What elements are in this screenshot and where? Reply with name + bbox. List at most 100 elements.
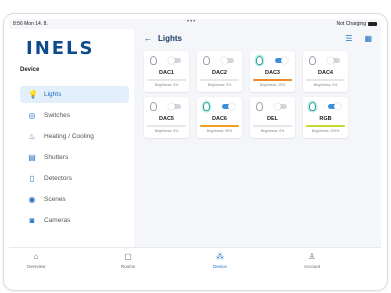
- page-title: Lights: [158, 34, 182, 43]
- light-card[interactable]: DAC2 Brightness: 0%: [197, 51, 242, 92]
- bulb-icon: [256, 56, 263, 65]
- bulb-icon: [256, 102, 263, 111]
- brightness-bar: [306, 79, 345, 81]
- brightness-label: Brightness: 25%: [259, 83, 286, 87]
- status-right: Not Charging: [337, 21, 377, 27]
- switch-icon: ◎: [28, 111, 36, 120]
- app-screen: 8:56 Mon 14. 8. ••• Not Charging INELS D…: [9, 19, 381, 278]
- brightness-bar: [253, 125, 292, 127]
- toggle-knob: [281, 57, 288, 64]
- inels-logo: INELS: [26, 38, 95, 59]
- tab-label: Device: [213, 264, 227, 269]
- light-card[interactable]: DAC6 Brightness: 50%: [197, 97, 242, 138]
- tab-overview[interactable]: ⌂ Overview: [9, 252, 66, 269]
- tab-rooms[interactable]: ▢ Rooms: [98, 252, 158, 269]
- bulb-icon: [309, 102, 316, 111]
- light-card[interactable]: DEL Brightness: 0%: [250, 97, 295, 138]
- bulb-icon: [203, 56, 210, 65]
- power-toggle[interactable]: [274, 103, 287, 110]
- sidebar-item-label: Detectors: [44, 175, 72, 182]
- light-name: DAC5: [159, 116, 174, 122]
- page-header: ← Lights: [144, 34, 182, 43]
- power-toggle[interactable]: [168, 57, 181, 64]
- toggle-knob: [221, 57, 228, 64]
- status-time: 8:56 Mon 14. 8.: [13, 21, 48, 27]
- toggle-knob: [274, 103, 281, 110]
- brightness-fill: [200, 125, 239, 127]
- light-name: DAC6: [212, 116, 227, 122]
- sidebar-item-shutters[interactable]: ▤ Shutters: [20, 149, 129, 166]
- toggle-knob: [168, 57, 175, 64]
- light-name: DAC1: [159, 70, 174, 76]
- bulb-icon: 💡: [28, 90, 38, 99]
- light-card[interactable]: DAC5 Brightness: 0%: [144, 97, 189, 138]
- brightness-bar: [253, 79, 292, 81]
- brightness-label: Brightness: 0%: [154, 129, 179, 133]
- light-name: DAC3: [265, 70, 280, 76]
- sidebar-item-switches[interactable]: ◎ Switches: [20, 107, 129, 124]
- power-toggle[interactable]: [168, 103, 181, 110]
- brightness-bar: [147, 125, 186, 127]
- toggle-knob: [334, 103, 341, 110]
- brightness-label: Brightness: 100%: [311, 129, 340, 133]
- brightness-label: Brightness: 0%: [260, 129, 285, 133]
- light-name: DEL: [267, 116, 278, 122]
- brightness-bar: [306, 125, 345, 127]
- bulb-icon: [309, 56, 316, 65]
- device-icon: ⁂: [216, 252, 224, 261]
- sidebar-item-label: Scenes: [44, 196, 66, 203]
- sidebar-item-heating-cooling[interactable]: ♨ Heating / Cooling: [20, 128, 129, 145]
- toggle-knob: [327, 57, 334, 64]
- bulb-icon: [150, 102, 157, 111]
- list-view-icon[interactable]: ☰: [345, 34, 352, 43]
- sidebar-item-label: Heating / Cooling: [44, 133, 94, 140]
- sidebar-item-lights[interactable]: 💡 Lights: [20, 86, 129, 103]
- camera-icon: ◙: [29, 216, 35, 225]
- device-frame: 8:56 Mon 14. 8. ••• Not Charging INELS D…: [0, 0, 391, 293]
- sidebar-item-scenes[interactable]: ◉ Scenes: [20, 191, 129, 208]
- light-card[interactable]: RGB Brightness: 100%: [303, 97, 348, 138]
- power-toggle[interactable]: [275, 57, 288, 64]
- detector-icon: ▯: [29, 174, 35, 183]
- tab-account[interactable]: ♙ Account: [282, 252, 342, 269]
- sidebar-section-title: Device: [20, 67, 40, 73]
- sidebar: INELS Device 💡 Lights ◎ Switches ♨ Heati…: [9, 29, 134, 247]
- sidebar-item-label: Shutters: [44, 154, 69, 161]
- scenes-icon: ◉: [28, 195, 36, 204]
- sidebar-item-label: Cameras: [44, 217, 71, 224]
- multitask-dots[interactable]: •••: [187, 19, 196, 25]
- power-toggle[interactable]: [222, 103, 235, 110]
- tab-label: Account: [303, 264, 321, 269]
- shutters-icon: ▤: [28, 153, 36, 162]
- sidebar-item-detectors[interactable]: ▯ Detectors: [20, 170, 129, 187]
- toggle-knob: [168, 103, 175, 110]
- view-switcher: ☰ ▦: [333, 34, 372, 43]
- light-name: RGB: [319, 116, 332, 122]
- tab-label: Overview: [26, 264, 46, 269]
- brightness-label: Brightness: 0%: [154, 83, 179, 87]
- light-card[interactable]: DAC1 Brightness: 0%: [144, 51, 189, 92]
- sidebar-item-cameras[interactable]: ◙ Cameras: [20, 212, 129, 229]
- power-toggle[interactable]: [221, 57, 234, 64]
- brightness-label: Brightness: 50%: [206, 129, 233, 133]
- brightness-bar: [200, 125, 239, 127]
- light-name: DAC4: [318, 70, 333, 76]
- rooms-icon: ▢: [124, 252, 132, 261]
- battery-icon: [368, 21, 377, 26]
- brightness-label: Brightness: 0%: [207, 83, 232, 87]
- grid-view-icon[interactable]: ▦: [364, 34, 372, 43]
- back-arrow-icon[interactable]: ←: [144, 34, 152, 43]
- status-bar: 8:56 Mon 14. 8. ••• Not Charging: [9, 19, 381, 29]
- sidebar-item-label: Lights: [44, 91, 62, 98]
- brightness-label: Brightness: 0%: [313, 83, 338, 87]
- power-toggle[interactable]: [328, 103, 341, 110]
- power-toggle[interactable]: [327, 57, 340, 64]
- main-content: ← Lights ☰ ▦ DAC1 Brightness: 0% DAC2 Brightn…: [134, 29, 381, 247]
- account-icon: ♙: [308, 252, 316, 261]
- light-card[interactable]: DAC4 Brightness: 0%: [303, 51, 348, 92]
- tab-device[interactable]: ⁂ Device: [190, 252, 250, 269]
- light-name: DAC2: [212, 70, 227, 76]
- sidebar-item-label: Switches: [44, 112, 71, 119]
- home-icon: ⌂: [33, 252, 39, 261]
- light-card[interactable]: DAC3 Brightness: 25%: [250, 51, 295, 92]
